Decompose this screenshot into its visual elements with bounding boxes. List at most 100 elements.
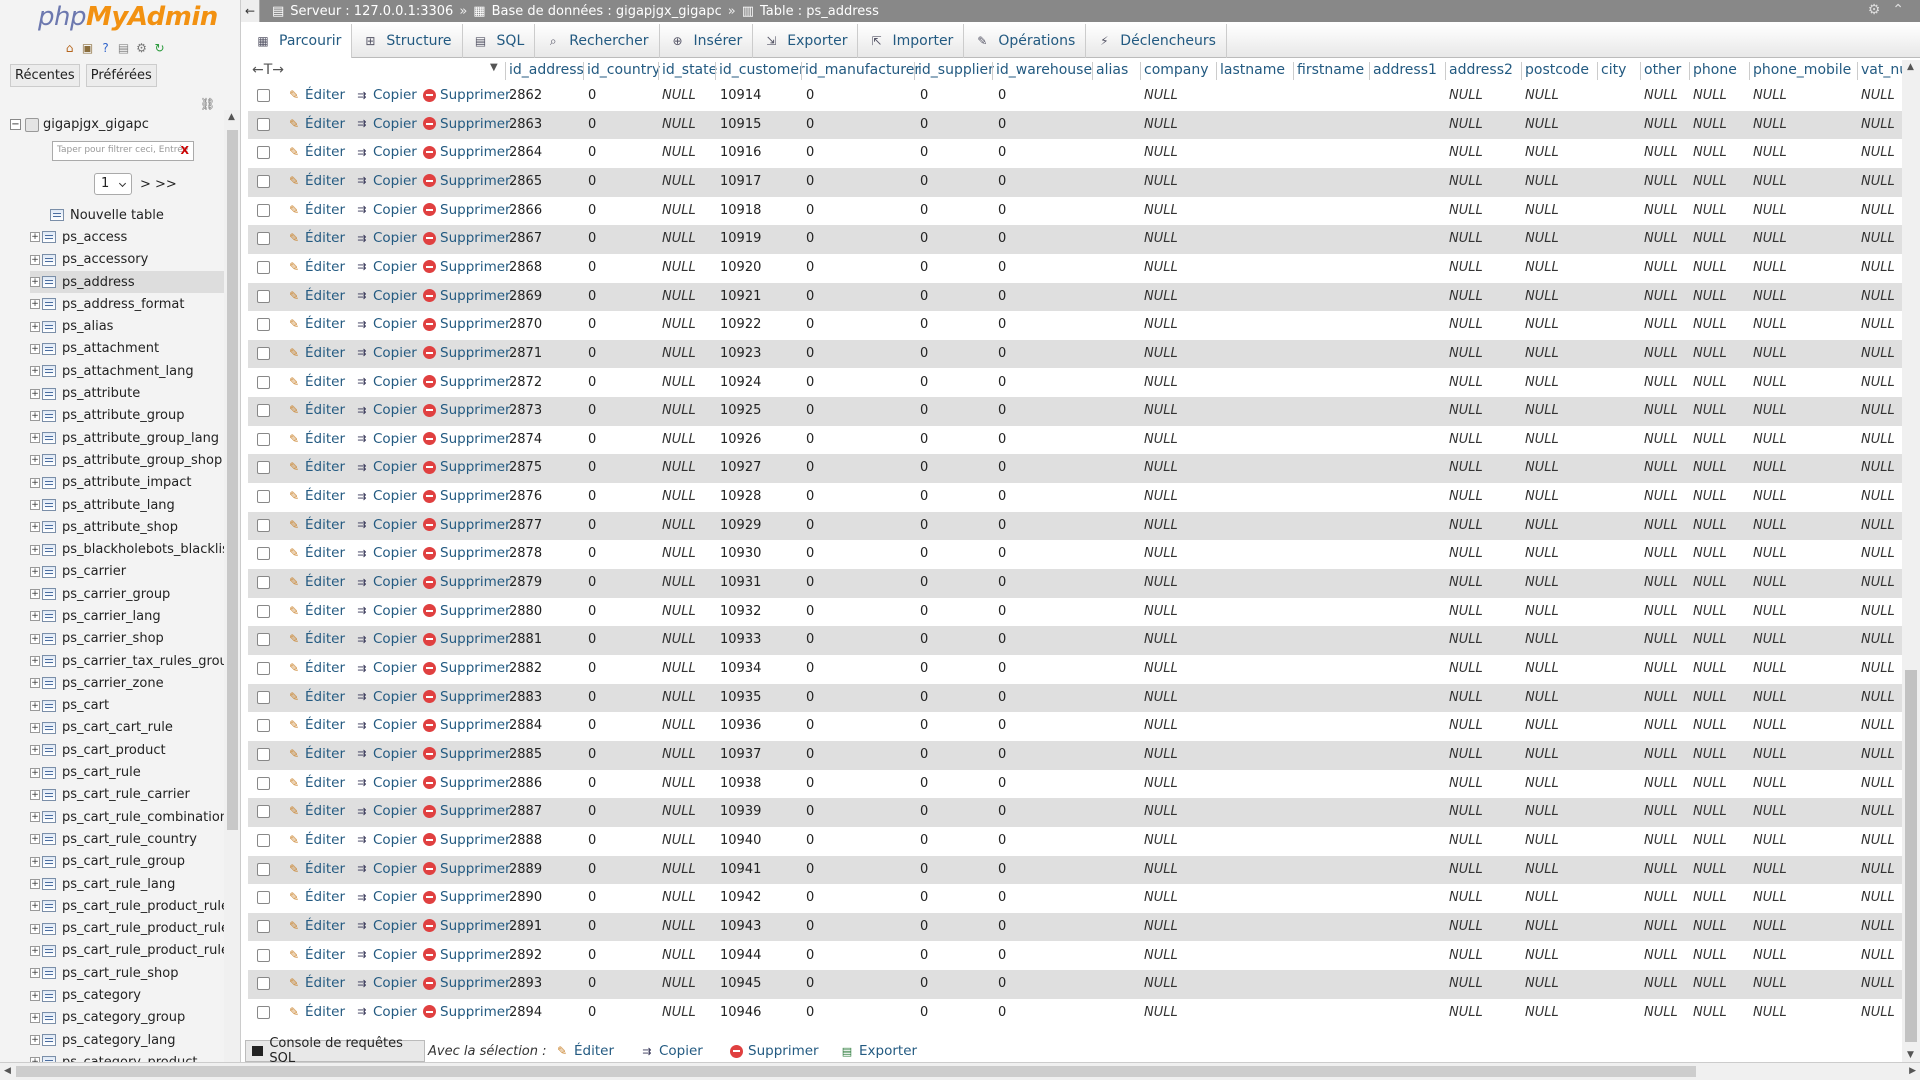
cell-vat-nu[interactable]: NULL [1861, 632, 1895, 647]
cell-company[interactable]: NULL [1144, 976, 1178, 991]
cell-company[interactable]: NULL [1144, 489, 1178, 504]
cell-id-warehouse[interactable]: 0 [998, 346, 1006, 361]
tab-insert[interactable]: ⊕ Insérer [660, 24, 754, 58]
delete-row-button[interactable]: Supprimer [423, 660, 511, 676]
cell-id-state[interactable]: NULL [662, 346, 696, 361]
cell-id-supplier[interactable]: 0 [920, 231, 928, 246]
cell-address2[interactable]: NULL [1449, 489, 1483, 504]
cell-id-customer[interactable]: 10919 [720, 231, 761, 246]
expand-icon[interactable]: + [30, 455, 40, 466]
copy-row-button[interactable]: ⇉ Copier [355, 517, 416, 533]
cell-vat-nu[interactable]: NULL [1861, 948, 1895, 963]
cell-id-warehouse[interactable]: 0 [998, 145, 1006, 160]
cell-phone-mobile[interactable]: NULL [1753, 403, 1787, 418]
cell-company[interactable]: NULL [1144, 718, 1178, 733]
column-header[interactable]: id_address [509, 62, 584, 78]
expand-icon[interactable]: + [30, 789, 40, 800]
nav-table-item[interactable]: + ps_carrier_lang [30, 605, 230, 627]
expand-icon[interactable]: + [30, 522, 40, 533]
cell-vat-nu[interactable]: NULL [1861, 289, 1895, 304]
cell-id-country[interactable]: 0 [588, 890, 596, 905]
edit-row-button[interactable]: ✎ Éditer [287, 775, 345, 791]
nav-table-item[interactable]: + ps_cart_rule [30, 761, 230, 783]
expand-icon[interactable]: + [30, 812, 40, 823]
cell-id-address[interactable]: 2876 [509, 489, 542, 504]
cell-other[interactable]: NULL [1644, 289, 1678, 304]
edit-row-button[interactable]: ✎ Éditer [287, 861, 345, 877]
cell-id-warehouse[interactable]: 0 [998, 833, 1006, 848]
cell-postcode[interactable]: NULL [1525, 375, 1559, 390]
cell-id-supplier[interactable]: 0 [920, 776, 928, 791]
delete-row-button[interactable]: Supprimer [423, 316, 511, 332]
cell-company[interactable]: NULL [1144, 203, 1178, 218]
cell-vat-nu[interactable]: NULL [1861, 661, 1895, 676]
delete-row-button[interactable]: Supprimer [423, 803, 511, 819]
cell-company[interactable]: NULL [1144, 546, 1178, 561]
cell-phone-mobile[interactable]: NULL [1753, 88, 1787, 103]
expand-icon[interactable]: + [30, 745, 40, 756]
cell-id-warehouse[interactable]: 0 [998, 776, 1006, 791]
cell-phone-mobile[interactable]: NULL [1753, 604, 1787, 619]
cell-phone-mobile[interactable]: NULL [1753, 718, 1787, 733]
nav-table-name[interactable]: ps_carrier_shop [62, 631, 164, 646]
column-header[interactable]: id_warehouse [996, 62, 1092, 78]
cell-id-address[interactable]: 2877 [509, 518, 542, 533]
cell-id-manufacturer[interactable]: 0 [806, 833, 814, 848]
nav-table-name[interactable]: ps_cart_rule_lang [62, 877, 175, 892]
cell-id-country[interactable]: 0 [588, 489, 596, 504]
cell-phone-mobile[interactable]: NULL [1753, 862, 1787, 877]
expand-icon[interactable]: + [30, 767, 40, 778]
cell-id-manufacturer[interactable]: 0 [806, 661, 814, 676]
cell-address2[interactable]: NULL [1449, 203, 1483, 218]
cell-id-customer[interactable]: 10923 [720, 346, 761, 361]
cell-id-warehouse[interactable]: 0 [998, 919, 1006, 934]
cell-address2[interactable]: NULL [1449, 460, 1483, 475]
collapse-nav-button[interactable]: ← [241, 0, 260, 22]
collapse-icon[interactable]: − [10, 119, 21, 130]
cell-id-customer[interactable]: 10944 [720, 948, 761, 963]
cell-id-address[interactable]: 2879 [509, 575, 542, 590]
cell-id-customer[interactable]: 10929 [720, 518, 761, 533]
bulk-edit-button[interactable]: ✎ Éditer [555, 1043, 614, 1059]
cell-id-country[interactable]: 0 [588, 174, 596, 189]
cell-id-customer[interactable]: 10935 [720, 690, 761, 705]
cell-id-supplier[interactable]: 0 [920, 145, 928, 160]
cell-id-country[interactable]: 0 [588, 632, 596, 647]
column-header[interactable]: id_supplier [918, 62, 994, 78]
tab-sql[interactable]: ▤ SQL [463, 24, 536, 58]
cell-phone-mobile[interactable]: NULL [1753, 289, 1787, 304]
tab-operations[interactable]: ✎ Opérations [964, 24, 1087, 58]
cell-other[interactable]: NULL [1644, 403, 1678, 418]
copy-row-button[interactable]: ⇉ Copier [355, 402, 416, 418]
copy-row-button[interactable]: ⇉ Copier [355, 660, 416, 676]
scroll-up-icon[interactable]: ▲ [228, 112, 235, 122]
cell-id-warehouse[interactable]: 0 [998, 976, 1006, 991]
cell-other[interactable]: NULL [1644, 976, 1678, 991]
cell-phone[interactable]: NULL [1693, 460, 1727, 475]
cell-postcode[interactable]: NULL [1525, 747, 1559, 762]
cell-other[interactable]: NULL [1644, 546, 1678, 561]
cell-phone[interactable]: NULL [1693, 747, 1727, 762]
row-checkbox[interactable] [257, 289, 270, 303]
nav-table-item[interactable]: + ps_category_group [30, 1007, 230, 1029]
delete-row-button[interactable]: Supprimer [423, 288, 511, 304]
cell-vat-nu[interactable]: NULL [1861, 117, 1895, 132]
cell-id-address[interactable]: 2863 [509, 117, 542, 132]
nav-table-name[interactable]: ps_cart_rule_product_rule_ [62, 921, 230, 936]
cell-phone[interactable]: NULL [1693, 976, 1727, 991]
cell-id-supplier[interactable]: 0 [920, 260, 928, 275]
cell-id-state[interactable]: NULL [662, 575, 696, 590]
cell-phone[interactable]: NULL [1693, 117, 1727, 132]
cell-id-address[interactable]: 2894 [509, 1005, 542, 1020]
cell-id-address[interactable]: 2869 [509, 289, 542, 304]
column-header[interactable]: phone_mobile [1753, 62, 1851, 78]
delete-row-button[interactable]: Supprimer [423, 374, 511, 390]
cell-other[interactable]: NULL [1644, 1005, 1678, 1020]
edit-row-button[interactable]: ✎ Éditer [287, 459, 345, 475]
cell-id-country[interactable]: 0 [588, 604, 596, 619]
cell-id-country[interactable]: 0 [588, 833, 596, 848]
cell-phone[interactable]: NULL [1693, 88, 1727, 103]
column-header[interactable]: id_state [662, 62, 717, 78]
nav-table-name[interactable]: ps_cart_rule_shop [62, 966, 179, 981]
cell-postcode[interactable]: NULL [1525, 776, 1559, 791]
